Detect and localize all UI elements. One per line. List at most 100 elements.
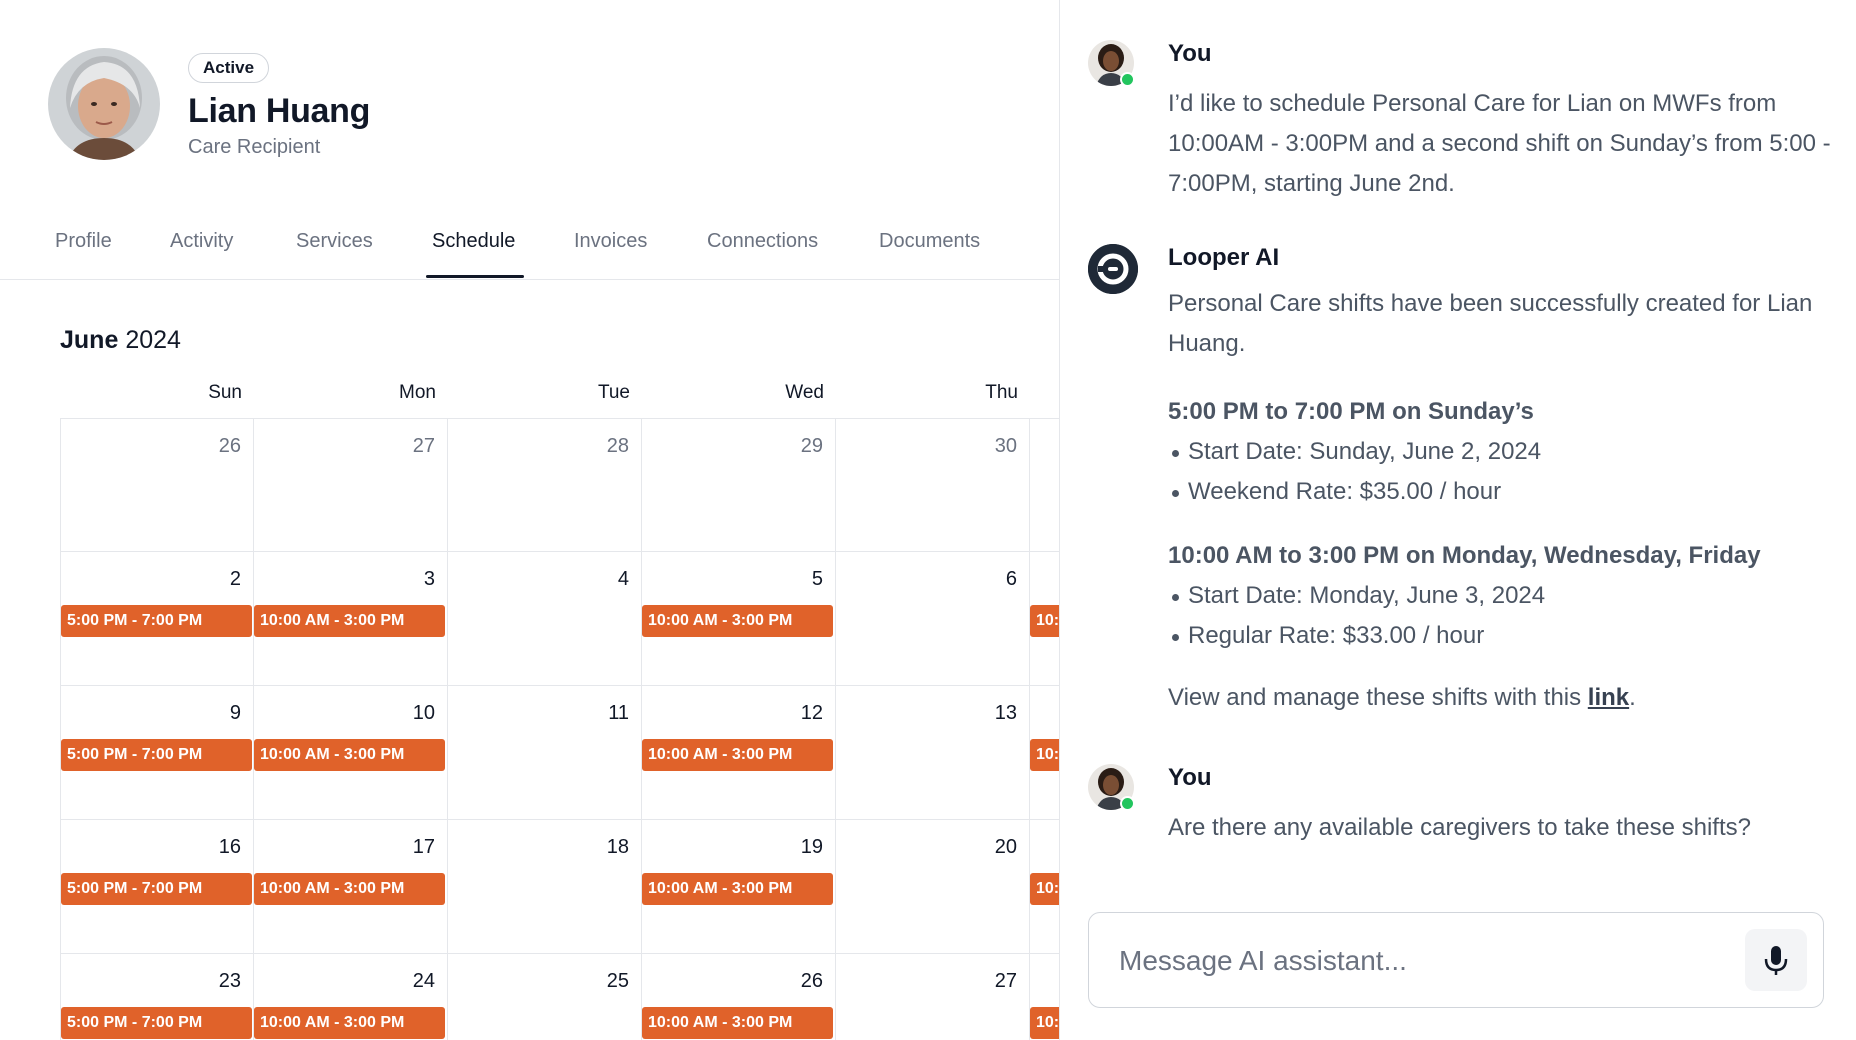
chat-message-user: You I’d like to schedule Personal Care f…: [1088, 40, 1838, 210]
calendar-day-cell[interactable]: 9 5:00 PM - 7:00 PM: [60, 686, 254, 820]
day-number: 5: [811, 568, 823, 590]
calendar-day-cell[interactable]: 13: [836, 686, 1030, 820]
shift-event[interactable]: 10:: [1030, 739, 1059, 771]
shift-event[interactable]: 10:: [1030, 873, 1059, 905]
calendar-day-cell[interactable]: 10:: [1030, 954, 1059, 1040]
calendar-day-cell[interactable]: 12 10:00 AM - 3:00 PM: [642, 686, 836, 820]
tab-schedule[interactable]: Schedule: [432, 230, 515, 280]
calendar-day-cell[interactable]: 10 10:00 AM - 3:00 PM: [254, 686, 448, 820]
mic-button[interactable]: [1745, 929, 1807, 991]
calendar-day-cell[interactable]: 27: [254, 418, 448, 552]
calendar-day-cell[interactable]: 28: [448, 418, 642, 552]
weekday-label: Thu: [985, 382, 1018, 403]
shift-event[interactable]: 10:00 AM - 3:00 PM: [642, 1007, 833, 1039]
shift-event[interactable]: 10:00 AM - 3:00 PM: [254, 739, 445, 771]
shift-event[interactable]: 10:00 AM - 3:00 PM: [642, 873, 833, 905]
outro-text: View and manage these shifts with this: [1168, 684, 1588, 711]
tab-services[interactable]: Services: [296, 230, 373, 280]
day-number: 29: [800, 435, 823, 457]
calendar-day-cell[interactable]: 26 10:00 AM - 3:00 PM: [642, 954, 836, 1040]
calendar-day-cell[interactable]: 10:: [1030, 686, 1059, 820]
weekday-label: Mon: [399, 382, 436, 403]
weekday-label: Sun: [208, 382, 242, 403]
page-title: Lian Huang: [188, 92, 371, 130]
message-sender: You: [1168, 40, 1212, 67]
calendar-day-cell[interactable]: 11: [448, 686, 642, 820]
day-number: 12: [800, 702, 823, 724]
tab-profile[interactable]: Profile: [55, 230, 112, 280]
calendar-day-cell[interactable]: 5 10:00 AM - 3:00 PM: [642, 552, 836, 686]
tab-activity[interactable]: Activity: [170, 230, 233, 280]
avatar: [48, 48, 160, 160]
day-number: 27: [412, 435, 435, 457]
shift-event[interactable]: 10:00 AM - 3:00 PM: [254, 605, 445, 637]
calendar-day-cell[interactable]: 29: [642, 418, 836, 552]
care-recipient-panel: Active Lian Huang Care Recipient Profile…: [0, 0, 1060, 1040]
calendar-day-cell[interactable]: 2 5:00 PM - 7:00 PM: [60, 552, 254, 686]
message-sender: Looper AI: [1168, 244, 1280, 271]
day-number: 19: [800, 836, 823, 858]
shift-detail-item: Start Date: Monday, June 3, 2024: [1171, 582, 1546, 609]
online-status-icon: [1120, 72, 1135, 87]
day-number: 11: [608, 702, 629, 724]
calendar-month-title: June 2024: [60, 326, 181, 355]
chat-message-ai: Looper AI Personal Care shifts have been…: [1088, 244, 1838, 734]
day-number: 4: [617, 568, 629, 590]
day-number: 27: [994, 970, 1017, 992]
profile-role: Care Recipient: [188, 136, 321, 158]
chat-message-user: You Are there any available caregivers t…: [1088, 764, 1838, 854]
looper-ai-logo-icon: [1088, 244, 1138, 294]
tab-documents[interactable]: Documents: [879, 230, 980, 280]
calendar-day-cell[interactable]: 16 5:00 PM - 7:00 PM: [60, 820, 254, 954]
day-number: 26: [800, 970, 823, 992]
tab-bar: Profile Activity Services Schedule Invoi…: [0, 218, 1059, 280]
day-number: 28: [606, 435, 629, 457]
shift-detail-item: Weekend Rate: $35.00 / hour: [1171, 478, 1502, 505]
shift-event[interactable]: 10:: [1030, 1007, 1059, 1039]
calendar-day-cell[interactable]: [1030, 418, 1059, 552]
day-number: 10: [412, 702, 435, 724]
day-number: 9: [229, 702, 241, 724]
calendar-day-cell[interactable]: 25: [448, 954, 642, 1040]
calendar-day-cell[interactable]: 10:: [1030, 820, 1059, 954]
outro-suffix: .: [1629, 684, 1636, 711]
calendar-day-cell[interactable]: 4: [448, 552, 642, 686]
day-number: 24: [412, 970, 435, 992]
calendar-day-cell[interactable]: 30: [836, 418, 1030, 552]
calendar-day-cell[interactable]: 19 10:00 AM - 3:00 PM: [642, 820, 836, 954]
calendar-day-cell[interactable]: 17 10:00 AM - 3:00 PM: [254, 820, 448, 954]
tab-connections[interactable]: Connections: [707, 230, 818, 280]
day-number: 2: [229, 568, 241, 590]
shifts-link[interactable]: link: [1588, 684, 1629, 711]
calendar-day-cell[interactable]: 26: [60, 418, 254, 552]
day-number: 16: [218, 836, 241, 858]
message-input[interactable]: [1119, 939, 1719, 983]
shift-event[interactable]: 10:00 AM - 3:00 PM: [642, 605, 833, 637]
calendar-day-cell[interactable]: 18: [448, 820, 642, 954]
tab-invoices[interactable]: Invoices: [574, 230, 647, 280]
calendar-day-cell[interactable]: 24 10:00 AM - 3:00 PM: [254, 954, 448, 1040]
shift-event[interactable]: 10:: [1030, 605, 1059, 637]
active-tab-indicator: [426, 275, 524, 278]
calendar-day-cell[interactable]: 3 10:00 AM - 3:00 PM: [254, 552, 448, 686]
shift-event[interactable]: 10:00 AM - 3:00 PM: [642, 739, 833, 771]
calendar-year: 2024: [125, 326, 181, 354]
shift-event[interactable]: 5:00 PM - 7:00 PM: [61, 1007, 252, 1039]
calendar-day-cell[interactable]: 23 5:00 PM - 7:00 PM: [60, 954, 254, 1040]
day-number: 30: [994, 435, 1017, 457]
calendar-day-cell[interactable]: 27: [836, 954, 1030, 1040]
shift-event[interactable]: 5:00 PM - 7:00 PM: [61, 605, 252, 637]
calendar-month: June: [60, 326, 119, 354]
message-outro: View and manage these shifts with this l…: [1168, 678, 1838, 718]
calendar-day-cell[interactable]: 6: [836, 552, 1030, 686]
calendar-day-cell[interactable]: 20: [836, 820, 1030, 954]
calendar-day-cell[interactable]: 10:: [1030, 552, 1059, 686]
shift-detail-item: Regular Rate: $33.00 / hour: [1171, 622, 1485, 649]
day-number: 17: [412, 836, 435, 858]
microphone-icon: [1764, 946, 1788, 975]
shift-event[interactable]: 10:00 AM - 3:00 PM: [254, 873, 445, 905]
shift-event[interactable]: 5:00 PM - 7:00 PM: [61, 873, 252, 905]
shift-event[interactable]: 10:00 AM - 3:00 PM: [254, 1007, 445, 1039]
day-number: 23: [218, 970, 241, 992]
shift-event[interactable]: 5:00 PM - 7:00 PM: [61, 739, 252, 771]
